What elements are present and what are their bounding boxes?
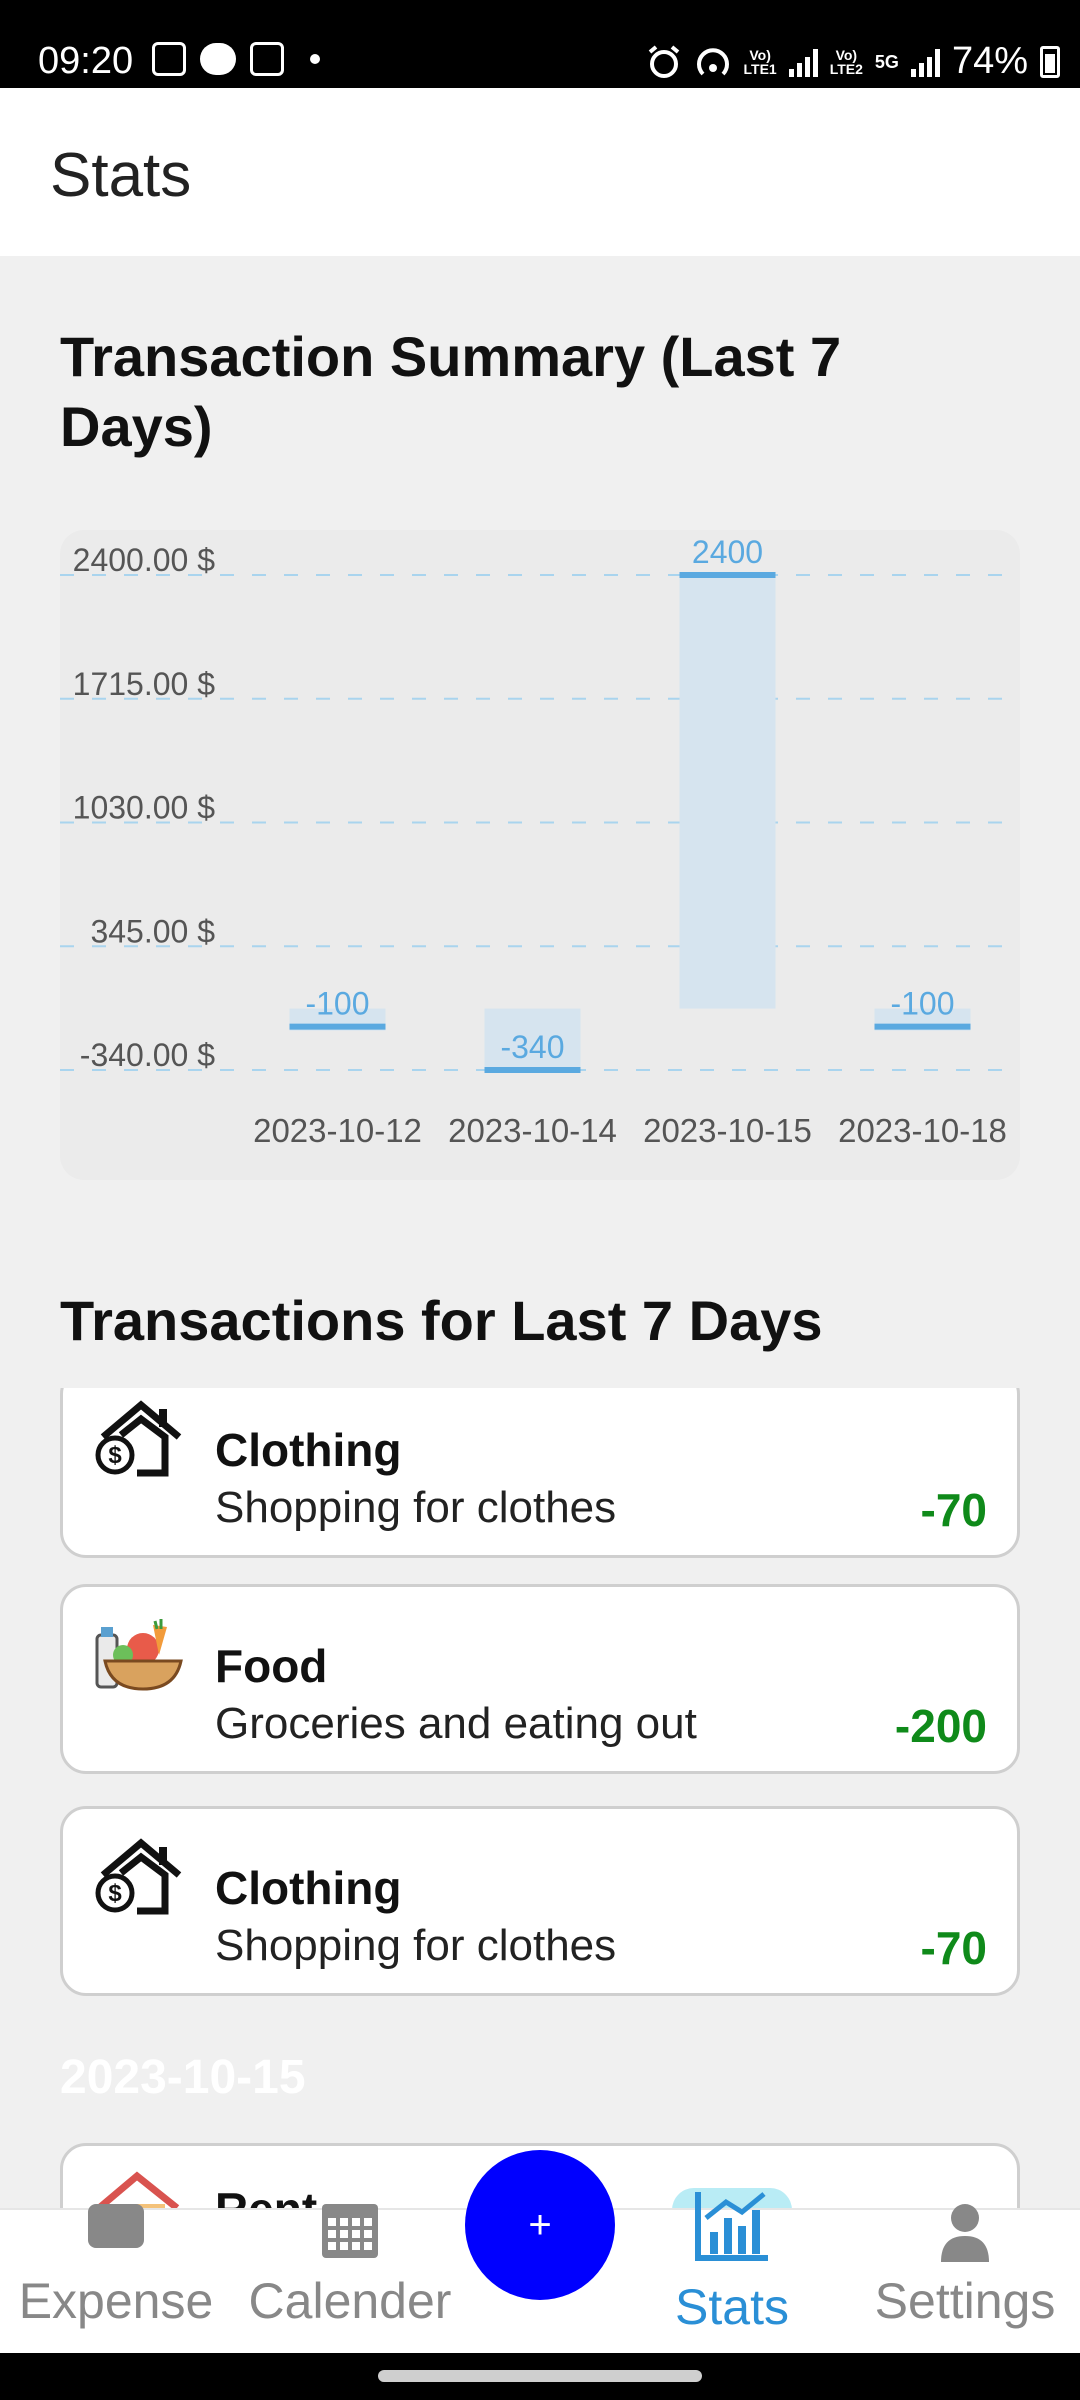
bar-edge — [874, 1023, 971, 1030]
transaction-card[interactable]: $ Clothing Shopping for clothes -70 — [60, 1388, 1020, 1558]
transaction-description: Shopping for clothes — [215, 1921, 617, 1970]
signal-icon — [788, 47, 818, 77]
system-icons: Vo) LTE1 Vo) LTE2 5G 74% — [646, 40, 1060, 83]
transaction-amount: -70 — [920, 1922, 987, 1974]
status-time: 09:20 — [38, 40, 134, 82]
notification-icons — [152, 42, 320, 76]
gallery-icon — [152, 42, 186, 76]
x-tick-label: 2023-10-18 — [838, 1112, 1007, 1149]
transactions-list[interactable]: $ Clothing Shopping for clothes -70 Food… — [0, 1388, 1080, 2208]
nav-item-calender[interactable]: Calender — [232, 2204, 468, 2355]
transaction-category: Clothing — [215, 1424, 402, 1476]
app-bar: Stats — [0, 88, 1080, 256]
summary-chart: 2400.00 $ 1715.00 $ 1030.00 $ 345.00 $ -340.… — [60, 530, 1020, 1180]
transaction-card[interactable]: $ Clothing Shopping for clothes -70 — [60, 1806, 1020, 1996]
more-notifications-icon — [310, 54, 320, 64]
signal-icon-2 — [910, 47, 940, 77]
transaction-category: Clothing — [215, 1862, 402, 1914]
bar-edge — [289, 1023, 386, 1030]
transaction-category: Rent — [215, 2182, 317, 2208]
transaction-card[interactable]: Food Groceries and eating out -200 — [60, 1584, 1020, 1774]
x-tick-label: 2023-10-14 — [448, 1112, 617, 1149]
summary-title: Transaction Summary (Last 7 Days) — [60, 325, 842, 458]
nav-item-expense[interactable]: Expense — [0, 2204, 232, 2355]
bar-chart: 2400.00 $ 1715.00 $ 1030.00 $ 345.00 $ -340.… — [60, 534, 1020, 1149]
chart-icon — [695, 2192, 768, 2261]
transaction-description: Groceries and eating out — [215, 1699, 697, 1748]
bar — [679, 575, 776, 1009]
y-tick-label: 1715.00 $ — [73, 666, 216, 702]
house-money-icon: $ — [95, 1400, 182, 1477]
transaction-amount: -200 — [894, 1700, 987, 1752]
date-header: 2023-10-15 — [60, 2051, 306, 2104]
home-indicator[interactable] — [378, 2370, 702, 2382]
svg-text:$: $ — [108, 1442, 122, 1469]
data-label: 2400 — [692, 534, 763, 570]
svg-text:$: $ — [108, 1880, 122, 1907]
nav-label: Settings — [874, 2273, 1056, 2329]
y-tick-label: 2400.00 $ — [73, 542, 216, 578]
transaction-description: Shopping for clothes — [215, 1483, 617, 1532]
data-label: -100 — [890, 986, 954, 1022]
add-transaction-button[interactable]: + — [465, 2150, 615, 2300]
chat-icon — [200, 43, 236, 75]
nav-label: Expense — [18, 2273, 214, 2329]
battery-icon — [1040, 45, 1060, 78]
sim2-indicator: Vo) LTE2 — [829, 46, 863, 77]
calendar-icon — [322, 2204, 378, 2258]
nav-item-settings[interactable]: Settings — [860, 2204, 1070, 2355]
person-icon — [941, 2204, 989, 2262]
y-tick-label: 345.00 $ — [90, 913, 215, 949]
transaction-category: Food — [215, 1640, 328, 1692]
data-label: -340 — [500, 1029, 564, 1065]
house-money-icon: $ — [95, 1838, 182, 1915]
transaction-amount: -70 — [920, 1484, 987, 1536]
x-tick-label: 2023-10-12 — [253, 1112, 422, 1149]
nav-label: Calender — [248, 2273, 452, 2329]
data-label: -100 — [305, 986, 369, 1022]
bar-edge — [484, 1067, 581, 1073]
food-basket-icon — [95, 1619, 183, 1691]
network-5g-icon: 5G — [874, 51, 899, 72]
bar-edge — [679, 572, 776, 578]
transactions-title: Transactions for Last 7 Days — [60, 1289, 823, 1352]
sim1-indicator: Vo) LTE1 — [743, 46, 777, 77]
hotspot-icon — [696, 47, 729, 75]
page-title: Stats — [50, 141, 192, 210]
y-tick-label: 1030.00 $ — [73, 790, 216, 826]
status-bar: 09:20 Vo) LTE1 Vo) LTE2 5G 74% — [0, 0, 1080, 88]
wallet-icon — [88, 2204, 144, 2248]
nav-label: Stats — [675, 2279, 789, 2335]
x-tick-label: 2023-10-15 — [643, 1112, 812, 1149]
nav-item-stats[interactable]: Stats — [652, 2192, 812, 2355]
battery-percent: 74% — [951, 40, 1028, 82]
gesture-bar — [0, 2353, 1080, 2400]
voicemail-icon — [250, 42, 284, 76]
alarm-icon — [648, 44, 679, 78]
y-tick-label: -340.00 $ — [80, 1037, 215, 1073]
